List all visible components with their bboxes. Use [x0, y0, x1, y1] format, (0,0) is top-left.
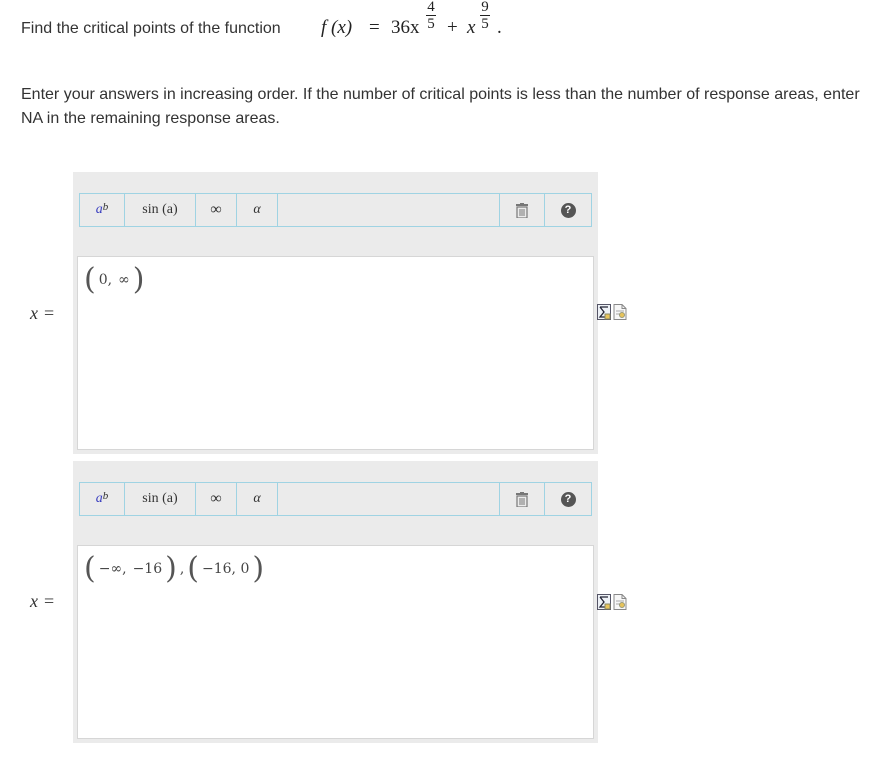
- answer-expression-2: (−∞, −16),(−16, 0): [84, 554, 264, 584]
- infinity-button[interactable]: ∞: [196, 483, 237, 515]
- answer-editor-1: ab sin (a) ∞ α ? (0, ∞): [73, 172, 598, 454]
- power-base: a: [95, 202, 103, 217]
- doc-icon[interactable]: [613, 594, 627, 610]
- trash-icon: [516, 491, 528, 507]
- function-lhs: f (x): [321, 17, 353, 38]
- expr-text: −16, 0: [202, 561, 250, 577]
- trash-button[interactable]: [500, 483, 545, 515]
- help-button[interactable]: ?: [545, 194, 591, 226]
- expr-text: 0,: [98, 272, 113, 288]
- expr-text: −∞,: [98, 561, 127, 577]
- alpha-button[interactable]: α: [237, 483, 278, 515]
- question-lead-text: Find the critical points of the function: [21, 20, 281, 37]
- expr-text: ,: [179, 561, 185, 577]
- power-base: a: [95, 491, 103, 506]
- side-icons-2: [597, 594, 627, 610]
- question-prompt: Find the critical points of the function…: [21, 0, 861, 50]
- math-toolbar: ab sin (a) ∞ α ?: [79, 193, 592, 227]
- expr-paren: (: [84, 551, 96, 586]
- expr-text: ∞: [118, 272, 130, 288]
- term1-exp-den: 5: [427, 16, 435, 32]
- term1-exponent: 4 5: [425, 0, 437, 32]
- term1-coef: 36x: [391, 17, 420, 38]
- answer-input-2[interactable]: (−∞, −16),(−16, 0): [77, 545, 594, 739]
- answer-editor-2: ab sin (a) ∞ α ? (−∞, −16),(−16, 0): [73, 461, 598, 743]
- help-button[interactable]: ?: [545, 483, 591, 515]
- term2-exp-den: 5: [481, 16, 489, 32]
- sin-button[interactable]: sin (a): [125, 194, 196, 226]
- power-button[interactable]: ab: [80, 483, 125, 515]
- sin-button[interactable]: sin (a): [125, 483, 196, 515]
- trash-icon: [516, 202, 528, 218]
- function-formula: f (x) = 36x 4 5 + x 9 5 .: [321, 0, 521, 50]
- expr-paren: (: [187, 551, 199, 586]
- toolbar-spacer: [278, 483, 500, 515]
- math-toolbar: ab sin (a) ∞ α ?: [79, 482, 592, 516]
- answer-label-var: x: [30, 591, 38, 611]
- period: .: [497, 17, 502, 38]
- expr-paren: ): [132, 262, 145, 297]
- expr-paren: ): [165, 551, 177, 586]
- power-button[interactable]: ab: [80, 194, 125, 226]
- instructions-text: Enter your answers in increasing order. …: [21, 86, 860, 127]
- side-icons-1: [597, 304, 627, 320]
- answer-expression-1: (0, ∞): [84, 265, 144, 295]
- power-sup: b: [102, 201, 109, 213]
- sigma-icon[interactable]: [597, 304, 611, 320]
- answer-input-1[interactable]: (0, ∞): [77, 256, 594, 450]
- term2-exp-num: 9: [481, 0, 489, 15]
- expr-text: −16: [132, 561, 163, 577]
- answer-label-eq: =: [44, 591, 55, 611]
- expr-paren: ): [252, 551, 265, 586]
- answer-label-var: x: [30, 303, 38, 323]
- term2-base: x: [467, 17, 476, 38]
- help-icon: ?: [560, 491, 576, 507]
- sigma-icon[interactable]: [597, 594, 611, 610]
- answer-label-eq: =: [44, 303, 55, 323]
- answer-label-1: x =: [30, 303, 54, 324]
- alpha-button[interactable]: α: [237, 194, 278, 226]
- term2-exponent: 9 5: [479, 0, 491, 32]
- equals-sign: =: [369, 17, 380, 38]
- doc-icon[interactable]: [613, 304, 627, 320]
- answer-label-2: x =: [30, 591, 54, 612]
- expr-paren: (: [84, 262, 96, 297]
- toolbar-spacer: [278, 194, 500, 226]
- power-sup: b: [102, 490, 109, 502]
- plus-sign: +: [447, 17, 458, 38]
- infinity-button[interactable]: ∞: [196, 194, 237, 226]
- help-icon: ?: [560, 202, 576, 218]
- trash-button[interactable]: [500, 194, 545, 226]
- term1-exp-num: 4: [427, 0, 435, 15]
